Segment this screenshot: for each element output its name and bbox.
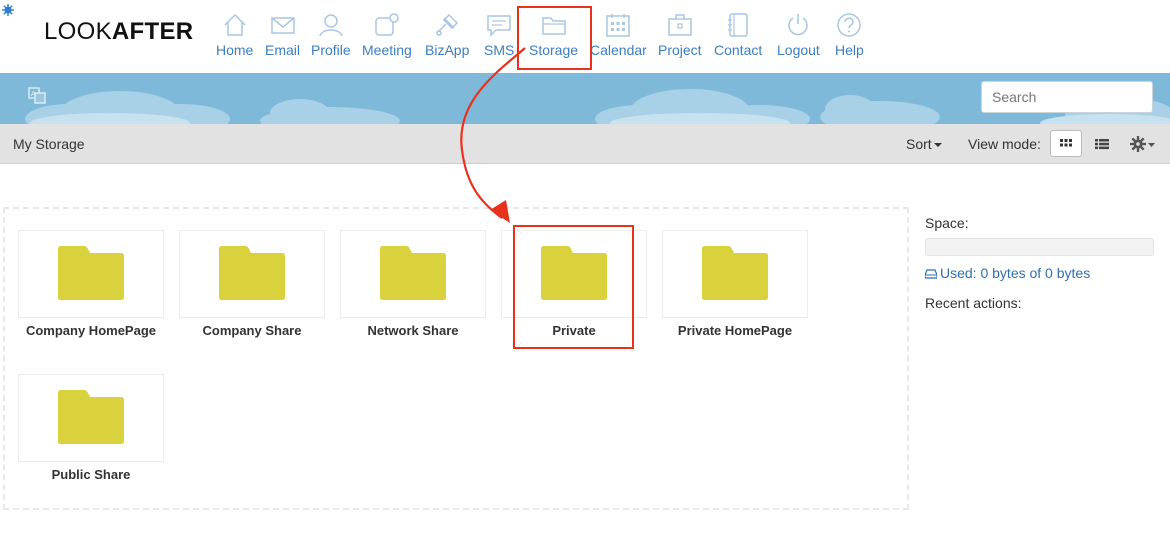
sms-icon [487,15,511,37]
gear-icon[interactable] [1130,134,1156,154]
translate-icon[interactable]: A [28,86,46,104]
help-icon [837,13,862,37]
nav-home[interactable]: Home [216,12,253,58]
folder-tile[interactable] [18,374,164,462]
sort-dropdown[interactable]: Sort [906,136,942,152]
logo[interactable]: LOOKAFTER [44,18,193,46]
caret-down-icon [933,143,942,148]
search-input[interactable] [981,81,1153,113]
profile-icon [319,14,343,37]
folder-tile[interactable] [18,230,164,318]
annotation-arrow [460,47,526,223]
home-icon [224,13,246,36]
nav-project[interactable]: Project [658,12,702,58]
nav-meeting[interactable]: Meeting [362,12,412,58]
folder-icon [219,246,285,300]
settings-badge-icon [2,4,14,16]
nav-calendar[interactable]: Calendar [590,12,647,58]
view-mode-label: View mode: [968,136,1041,152]
folder-icon [58,390,124,444]
folder-icon [702,246,768,300]
power-icon [788,14,809,36]
folder-tile[interactable] [179,230,325,318]
briefcase-icon [668,14,692,36]
meeting-icon [375,13,399,36]
folder-icon [58,246,124,300]
highlight-box-private [513,225,634,349]
nav-contact[interactable]: Contact [714,12,762,58]
folder-name[interactable]: Private HomePage [650,323,820,338]
contact-book-icon [728,13,748,37]
svg-text:A: A [31,90,36,98]
grid-icon [1060,138,1072,146]
grid-view-button[interactable] [1050,130,1082,157]
nav-logout[interactable]: Logout [777,12,820,58]
list-icon [1095,138,1109,149]
folder-tile[interactable] [340,230,486,318]
space-label: Space: [925,215,969,231]
folder-tile[interactable] [662,230,808,318]
recent-actions-label: Recent actions: [925,295,1022,311]
nav-profile[interactable]: Profile [311,12,351,58]
hdd-icon [924,269,938,279]
used-space: Used: 0 bytes of 0 bytes [924,265,1090,281]
nav-email[interactable]: Email [265,12,300,58]
folder-name[interactable]: Public Share [6,467,176,482]
folder-icon [380,246,446,300]
folder-name[interactable]: Company HomePage [6,323,176,338]
space-usage-bar [925,238,1154,256]
bizapp-icon [436,13,459,36]
folder-name[interactable]: Company Share [167,323,337,338]
email-icon [270,17,295,34]
nav-help[interactable]: Help [835,12,864,58]
folder-name[interactable]: Network Share [328,323,498,338]
calendar-icon [606,14,631,37]
list-view-button[interactable] [1086,130,1118,157]
caret-down-icon [1148,143,1155,147]
breadcrumb[interactable]: My Storage [13,136,85,152]
